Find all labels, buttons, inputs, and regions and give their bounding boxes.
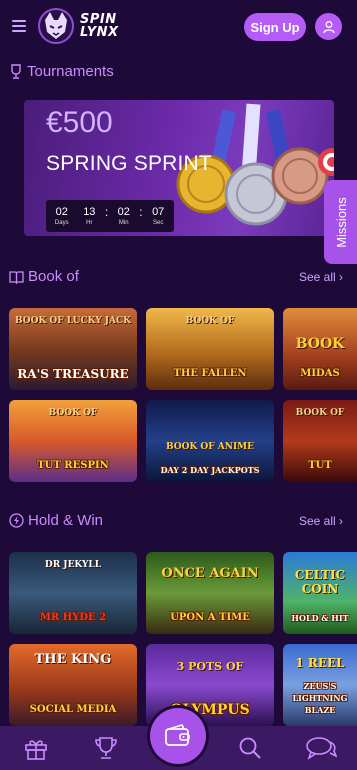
countdown-days: 02 Days	[50, 206, 74, 227]
hold-win-title: Hold & Win	[28, 512, 104, 529]
countdown-minutes: 02 Min	[112, 206, 136, 227]
game-tile-subtitle: BOOK	[295, 336, 345, 352]
search-icon	[239, 737, 261, 759]
game-tile-subtitle: BOOK OF	[295, 408, 345, 418]
see-all-label: See all	[298, 514, 336, 528]
countdown-separator: :	[139, 205, 143, 219]
countdown-days-value: 02	[55, 205, 68, 218]
game-tile-zeus-lightning-blaze[interactable]: 1 REEL ZEUS'S LIGHTNING BLAZE	[283, 644, 357, 726]
game-tile-title: DAY 2 DAY JACKPOTS	[160, 465, 260, 475]
game-tile-subtitle: 3 POTS OF	[176, 660, 244, 673]
hold-win-heading: Hold & Win	[9, 512, 103, 529]
see-all-label: See all	[298, 270, 336, 284]
game-tile-title: MR HYDE 2	[39, 612, 107, 623]
countdown-seconds: 07 Sec	[146, 206, 170, 227]
game-tile-once-again-upon-a-time[interactable]: ONCE AGAIN UPON A TIME	[146, 552, 274, 634]
wallet-icon	[165, 724, 190, 746]
chat-icon	[306, 737, 337, 760]
countdown-seconds-label: Sec	[153, 219, 164, 226]
game-tile-subtitle: BOOK OF	[48, 408, 98, 418]
nav-search-button[interactable]	[236, 734, 264, 762]
game-tile-subtitle: DR JEKYLL	[44, 560, 102, 570]
trophy-icon	[95, 737, 117, 759]
game-tile-subtitle: BOOK OF LUCKY JACK	[15, 316, 131, 326]
hold-win-see-all-link[interactable]: See all ›	[299, 514, 343, 528]
game-tile-celtic-coin[interactable]: CELTIC COIN HOLD & HIT	[283, 552, 357, 634]
logo-text-line2: LYNX	[80, 25, 119, 40]
countdown-hours-value: 13	[83, 205, 96, 218]
game-tile-ras-treasure[interactable]: BOOK OF LUCKY JACK RA'S TREASURE	[9, 308, 137, 390]
trophy-icon	[11, 64, 21, 79]
game-tile-book-of-tut-respin[interactable]: BOOK OF TUT RESPIN	[9, 400, 137, 482]
countdown-minutes-label: Min	[118, 219, 129, 226]
missions-tab[interactable]: Missions	[324, 180, 357, 264]
game-tile-subtitle: THE KING	[34, 652, 112, 667]
game-tile-subtitle: BOOK OF	[185, 316, 235, 326]
game-tile-book-of-the-fallen[interactable]: BOOK OF THE FALLEN	[146, 308, 274, 390]
game-tile-subtitle: ONCE AGAIN	[161, 566, 259, 581]
game-tile-title: RA'S TREASURE	[17, 367, 129, 381]
spinlynx-logo[interactable]: SPIN LYNX	[36, 6, 136, 46]
game-tile-book-of-midas[interactable]: BOOK MIDAS	[283, 308, 357, 390]
missions-label: Missions	[333, 196, 349, 248]
tournament-prize: €500	[46, 106, 113, 139]
countdown-minutes-value: 02	[117, 205, 130, 218]
tournaments-heading: Tournaments	[9, 63, 114, 80]
countdown-seconds-value: 07	[152, 205, 165, 218]
menu-icon[interactable]	[12, 20, 26, 32]
game-tile-title: TUT	[308, 460, 332, 471]
book-of-title: Book of	[28, 268, 79, 285]
countdown-separator: :	[104, 205, 109, 219]
nav-tournaments-button[interactable]	[92, 734, 120, 762]
lynx-logo-icon	[38, 8, 74, 44]
countdown-timer: 02 Days 13 Hr : 02 Min : 07 Sec	[46, 200, 174, 232]
tournament-banner[interactable]: €500 SPRING SPRINT 02 Days 13 Hr : 02 Mi…	[24, 100, 334, 236]
countdown-hours-label: Hr	[86, 219, 93, 226]
game-tile-title: THE FALLEN	[173, 368, 247, 379]
game-tile-title: HOLD & HIT	[291, 613, 349, 623]
game-tile-title: TUT RESPIN	[37, 460, 109, 471]
countdown-hours: 13 Hr	[77, 206, 101, 227]
game-tile-title: UPON A TIME	[170, 612, 250, 623]
game-tile-title: MIDAS	[300, 368, 340, 379]
signup-button[interactable]: Sign Up	[244, 13, 306, 41]
lightning-coin-icon	[9, 513, 24, 528]
game-tile-the-king-of-social-media[interactable]: THE KING SOCIAL MEDIA	[9, 644, 137, 726]
game-tile-book-of-anime[interactable]: BOOK OF ANIME DAY 2 DAY JACKPOTS	[146, 400, 274, 482]
game-tile-subtitle: CELTIC COIN	[294, 568, 346, 596]
game-tile-subtitle: 1 REEL	[295, 656, 345, 670]
user-profile-button[interactable]	[315, 13, 342, 40]
game-tile-subtitle: BOOK OF ANIME	[165, 442, 254, 452]
tournament-name: SPRING SPRINT	[46, 152, 212, 175]
wallet-button[interactable]	[150, 708, 206, 764]
book-of-see-all-link[interactable]: See all ›	[299, 270, 343, 284]
game-tile-dr-jekyll-mr-hyde-2[interactable]: DR JEKYLL MR HYDE 2	[9, 552, 137, 634]
book-icon	[9, 270, 24, 284]
nav-chat-button[interactable]	[304, 734, 338, 762]
top-header: SPIN LYNX Sign Up	[0, 0, 357, 54]
nav-promotions-button[interactable]	[22, 734, 50, 762]
countdown-days-label: Days	[54, 219, 69, 226]
game-tile-book-of-tut[interactable]: BOOK OF TUT	[283, 400, 357, 482]
tournaments-title: Tournaments	[27, 63, 114, 80]
gift-icon	[25, 740, 47, 760]
game-tile-title: SOCIAL MEDIA	[29, 704, 117, 715]
user-icon	[322, 20, 335, 33]
game-tile-title: ZEUS'S LIGHTNING BLAZE	[292, 681, 348, 715]
book-of-heading: Book of	[9, 268, 79, 285]
